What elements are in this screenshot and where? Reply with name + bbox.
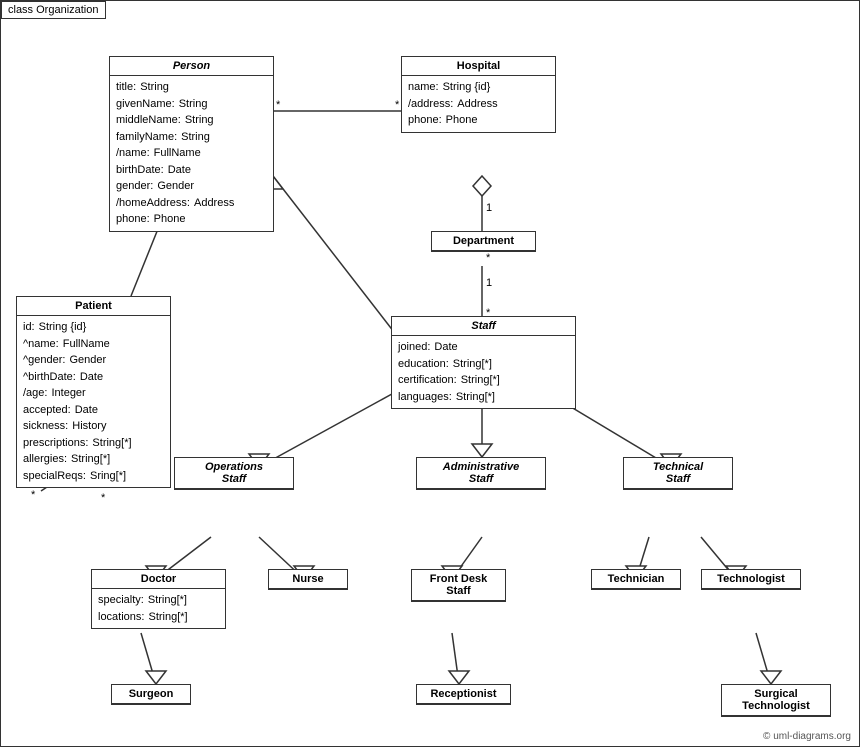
staff-title: Staff [392,317,575,336]
admin-staff-title: AdministrativeStaff [417,458,545,489]
surgeon-title: Surgeon [112,685,190,704]
doctor-box: Doctor specialty:String[*] locations:Str… [91,569,226,629]
hospital-attrs: name:String {id} /address:Address phone:… [402,76,555,132]
technician-title: Technician [592,570,680,589]
surgical-tech-box: SurgicalTechnologist [721,684,831,717]
technologist-box: Technologist [701,569,801,590]
patient-box: Patient id:String {id} ^name:FullName ^g… [16,296,171,488]
person-box: Person title:String givenName:String mid… [109,56,274,232]
svg-text:*: * [31,489,36,501]
ops-staff-title: OperationsStaff [175,458,293,489]
technologist-title: Technologist [702,570,800,589]
person-attrs: title:String givenName:String middleName… [110,76,273,231]
front-desk-box: Front DeskStaff [411,569,506,602]
nurse-title: Nurse [269,570,347,589]
ops-staff-box: OperationsStaff [174,457,294,490]
svg-text:1: 1 [486,202,492,214]
receptionist-box: Receptionist [416,684,511,705]
doctor-attrs: specialty:String[*] locations:String[*] [92,589,225,628]
surgical-tech-title: SurgicalTechnologist [722,685,830,716]
hospital-box: Hospital name:String {id} /address:Addre… [401,56,556,133]
tech-staff-title: TechnicalStaff [624,458,732,489]
person-title: Person [110,57,273,76]
surgeon-box: Surgeon [111,684,191,705]
front-desk-title: Front DeskStaff [412,570,505,601]
receptionist-title: Receptionist [417,685,510,704]
department-box: Department [431,231,536,252]
tech-staff-box: TechnicalStaff [623,457,733,490]
doctor-title: Doctor [92,570,225,589]
admin-staff-box: AdministrativeStaff [416,457,546,490]
diagram-container: class Organization * * 1 * 1 * * * [0,0,860,747]
svg-text:1: 1 [486,277,492,289]
staff-box: Staff joined:Date education:String[*] ce… [391,316,576,409]
svg-text:*: * [395,99,400,111]
svg-text:*: * [486,252,491,264]
hospital-title: Hospital [402,57,555,76]
patient-attrs: id:String {id} ^name:FullName ^gender:Ge… [17,316,170,487]
technician-box: Technician [591,569,681,590]
department-title: Department [432,232,535,251]
svg-text:*: * [101,492,106,504]
patient-title: Patient [17,297,170,316]
copyright-label: © uml-diagrams.org [763,731,851,742]
svg-text:*: * [276,99,281,111]
staff-attrs: joined:Date education:String[*] certific… [392,336,575,408]
diagram-title: class Organization [1,1,106,19]
nurse-box: Nurse [268,569,348,590]
